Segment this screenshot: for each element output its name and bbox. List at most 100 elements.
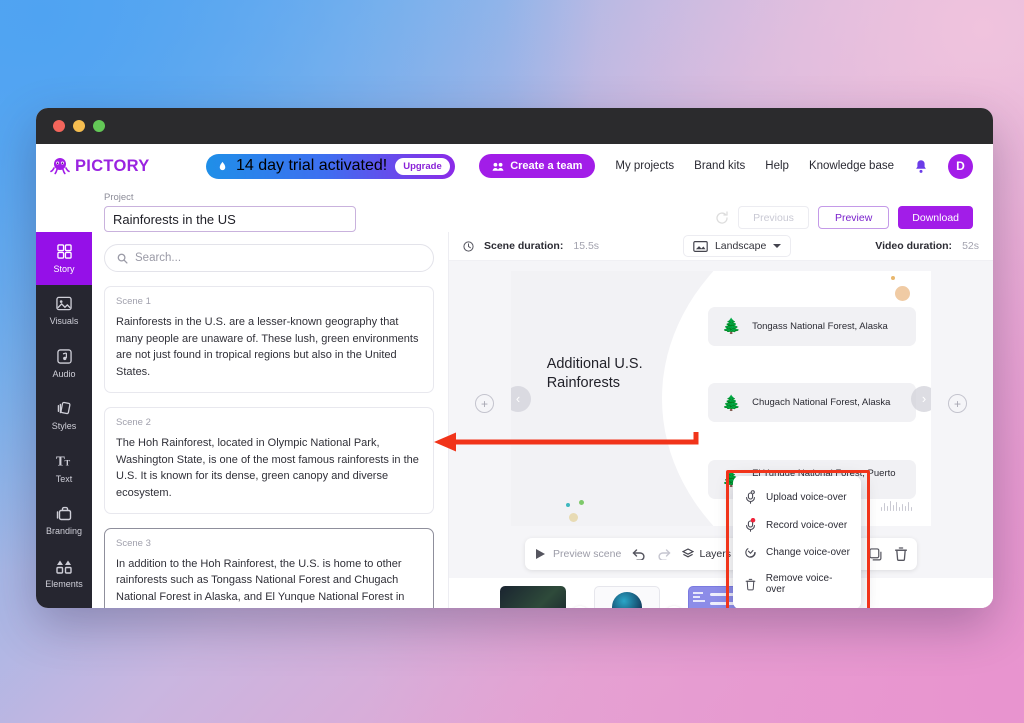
forest-icon: 🌲 <box>722 318 742 336</box>
download-button[interactable]: Download <box>898 206 973 229</box>
nav-brand-kits[interactable]: Brand kits <box>694 160 745 172</box>
upgrade-button[interactable]: Upgrade <box>395 157 450 175</box>
sidebar-label-visuals: Visuals <box>49 316 79 327</box>
previous-button[interactable]: Previous <box>738 206 809 229</box>
timeline-thumbnails: Scene 1 Scene 2 <box>484 586 959 608</box>
timeline-transition-2[interactable] <box>664 606 683 608</box>
layers-label: Layers <box>699 548 731 560</box>
nav-help[interactable]: Help <box>765 160 789 172</box>
sidebar-label-story: Story <box>53 263 75 274</box>
search-placeholder: Search... <box>135 252 182 264</box>
shapes-icon <box>56 558 72 575</box>
aspect-ratio-selector[interactable]: Landscape <box>682 235 792 257</box>
landscape-icon <box>693 240 708 252</box>
briefcase-icon <box>56 505 72 522</box>
window-minimize-button[interactable] <box>73 120 85 132</box>
music-note-icon <box>56 348 72 365</box>
preview-button[interactable]: Preview <box>817 206 890 229</box>
delete-button[interactable] <box>895 547 907 561</box>
preview-scene-label: Preview scene <box>553 548 622 560</box>
menu-item-label: Remove voice-over <box>765 573 833 595</box>
mic-record-icon <box>744 518 757 532</box>
create-team-label: Create a team <box>510 160 583 172</box>
sidebar-item-audio[interactable]: Audio <box>36 337 92 390</box>
redo-button[interactable] <box>657 548 671 560</box>
scene-preview-stage[interactable]: Additional U.S. Rainforests 🌲 Tongass Na… <box>511 271 931 526</box>
canvas-area: + + Additional U.S. Rainforests 🌲 Tongas… <box>449 261 993 578</box>
clock-icon <box>463 240 474 252</box>
layers-button[interactable]: Layers <box>682 548 731 560</box>
scene-text: Rainforests in the U.S. are a lesser-kno… <box>116 316 419 379</box>
bell-icon[interactable] <box>914 159 928 174</box>
refresh-icon[interactable] <box>715 210 729 225</box>
people-icon <box>492 162 504 171</box>
thumbnail-image <box>499 586 566 608</box>
sidebar-item-branding[interactable]: Branding <box>36 495 92 548</box>
menu-item-change-voice-over[interactable]: Change voice-over <box>733 539 861 566</box>
editor-panel: Scene duration: 15.5s Landscape Video du… <box>448 232 993 608</box>
nav-knowledge-base[interactable]: Knowledge base <box>809 160 894 172</box>
text-size-icon: TT <box>56 453 73 470</box>
sidebar-label-audio: Audio <box>52 368 76 379</box>
add-scene-right-button[interactable]: + <box>948 394 967 414</box>
aspect-ratio-label: Landscape <box>714 240 767 252</box>
sidebar-item-format[interactable]: Format <box>36 600 92 609</box>
timeline-prev-button[interactable]: ‹ <box>461 607 478 608</box>
scene-card-2[interactable]: Scene 2 The Hoh Rainforest, located in O… <box>104 406 434 514</box>
timeline-scene-1[interactable]: Scene 1 <box>499 586 566 608</box>
scene-card-1[interactable]: Scene 1 Rainforests in the U.S. are a le… <box>104 286 434 393</box>
image-icon <box>56 295 72 312</box>
window-maximize-button[interactable] <box>93 120 105 132</box>
create-team-button[interactable]: Create a team <box>479 154 596 178</box>
canvas-bullet-2: 🌲 Chugach National Forest, Alaska <box>708 383 917 423</box>
scene-card-3[interactable]: Scene 3 In addition to the Hoh Rainfores… <box>104 527 434 608</box>
preview-scene-button[interactable]: Preview scene <box>535 548 621 560</box>
menu-item-record-voice-over[interactable]: Record voice-over <box>733 511 861 539</box>
chevron-down-icon <box>773 244 782 248</box>
forest-icon: 🌲 <box>722 394 742 412</box>
sidebar-item-styles[interactable]: Styles <box>36 390 92 443</box>
scene-heading: Additional U.S. Rainforests <box>546 356 643 392</box>
top-navigation-bar: PICTORY 14 day trial activated! Upgrade … <box>36 144 993 188</box>
project-label: Project <box>104 192 134 203</box>
sidebar-item-text[interactable]: TT Text <box>36 442 92 495</box>
canvas-bullet-1: 🌲 Tongass National Forest, Alaska <box>708 306 917 346</box>
sidebar-item-visuals[interactable]: Visuals <box>36 285 92 338</box>
logo-text: PICTORY <box>75 156 150 175</box>
nav-my-projects[interactable]: My projects <box>615 160 674 172</box>
undo-button[interactable] <box>632 548 646 560</box>
scene-tag: Scene 2 <box>116 416 151 428</box>
script-panel: Search... Scene 1 Rainforests in the U.S… <box>92 232 448 608</box>
app-window: PICTORY 14 day trial activated! Upgrade … <box>36 108 993 608</box>
left-sidebar: Story Visuals Audio Styles T T Text Bran… <box>36 232 92 608</box>
pictory-logo[interactable]: PICTORY <box>50 156 184 176</box>
change-circle-icon <box>744 546 757 559</box>
timeline-scene-2[interactable]: Scene 2 <box>593 586 660 608</box>
audio-waveform-icon <box>880 500 913 511</box>
sidebar-item-elements[interactable]: Elements <box>36 547 92 600</box>
menu-item-label: Record voice-over <box>766 519 848 531</box>
scene-duration-value: 15.5s <box>573 240 600 252</box>
nav-links-group: Create a team My projects Brand kits Hel… <box>479 153 973 179</box>
sidebar-label-styles: Styles <box>51 421 77 432</box>
video-duration-value: 52s <box>962 240 979 252</box>
user-avatar[interactable]: D <box>948 153 973 179</box>
duplicate-button[interactable] <box>869 547 882 561</box>
timeline-transition-1[interactable] <box>570 606 589 608</box>
canvas-next-button[interactable]: › <box>911 385 931 412</box>
canvas-prev-button[interactable]: ‹ <box>511 385 531 412</box>
timeline-strip: ‹ Scene 1 Scene 2 <box>449 578 993 608</box>
sidebar-item-story[interactable]: Story <box>36 232 92 285</box>
window-close-button[interactable] <box>53 120 65 132</box>
thumbnail-circle <box>611 592 642 608</box>
cards-icon <box>56 400 73 417</box>
project-title-input[interactable] <box>104 206 356 232</box>
add-scene-left-button[interactable]: + <box>475 394 494 414</box>
mic-upload-icon <box>744 490 757 504</box>
menu-item-remove-voice-over[interactable]: Remove voice-over <box>733 566 861 602</box>
scene-duration-label: Scene duration: <box>484 240 564 252</box>
menu-item-upload-voice-over[interactable]: Upload voice-over <box>733 483 861 511</box>
timeline-next-button[interactable]: › <box>964 607 981 608</box>
canvas-bullet-text: Chugach National Forest, Alaska <box>752 397 891 409</box>
search-bar[interactable]: Search... <box>104 244 434 272</box>
